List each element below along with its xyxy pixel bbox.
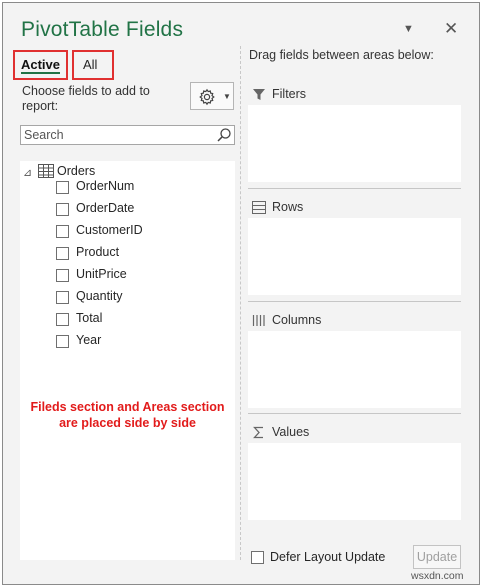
tab-active[interactable]: Active: [13, 50, 68, 80]
field-label: OrderDate: [76, 201, 135, 215]
field-checkbox[interactable]: [56, 313, 69, 326]
field-checkbox[interactable]: [56, 181, 69, 194]
field-checkbox[interactable]: [56, 269, 69, 282]
columns-label: Columns: [272, 313, 322, 327]
annotation-text: Fileds section and Areas section are pla…: [30, 400, 225, 430]
tab-active-label: Active: [20, 57, 61, 72]
columns-drop-area[interactable]: [248, 331, 461, 408]
section-divider[interactable]: [240, 46, 241, 560]
field-checkbox[interactable]: [56, 335, 69, 348]
collapse-icon[interactable]: ⊿: [23, 166, 35, 179]
values-drop-area[interactable]: [248, 443, 461, 520]
sigma-icon: [253, 426, 263, 439]
filters-drop-area[interactable]: [248, 105, 461, 182]
search-icon[interactable]: [216, 127, 232, 143]
tab-all-label: All: [83, 57, 98, 72]
defer-layout-label: Defer Layout Update: [270, 550, 386, 564]
area-separator: [248, 188, 461, 189]
chevron-down-icon: ▼: [223, 92, 231, 101]
field-label: Quantity: [76, 289, 123, 303]
filter-icon: [253, 89, 265, 100]
field-list: ⊿ Orders OrderNum OrderDate CustomerID P…: [20, 161, 235, 560]
filters-label: Filters: [272, 87, 307, 101]
drag-fields-hint: Drag fields between areas below:: [249, 48, 434, 62]
table-name-orders[interactable]: Orders: [57, 164, 95, 178]
defer-layout-checkbox[interactable]: [251, 551, 264, 564]
field-checkbox[interactable]: [56, 225, 69, 238]
search-box[interactable]: [20, 125, 235, 145]
field-label: Total: [76, 311, 103, 325]
tools-button[interactable]: ▼: [190, 82, 234, 110]
field-label: UnitPrice: [76, 267, 127, 281]
columns-icon: [252, 315, 265, 326]
rows-label: Rows: [272, 200, 304, 214]
watermark: wsxdn.com: [411, 570, 464, 582]
rows-drop-area[interactable]: [248, 218, 461, 295]
values-label: Values: [272, 425, 310, 439]
tab-all[interactable]: All: [72, 50, 114, 80]
rows-icon: [252, 201, 266, 214]
field-checkbox[interactable]: [56, 291, 69, 304]
choose-fields-label: Choose fields to add to report:: [22, 84, 150, 113]
field-label: Product: [76, 245, 120, 259]
field-label: CustomerID: [76, 223, 143, 237]
pane-title: PivotTable Fields: [21, 18, 184, 41]
area-separator: [248, 301, 461, 302]
update-button[interactable]: Update: [413, 545, 461, 569]
table-icon: [38, 164, 54, 178]
field-checkbox[interactable]: [56, 247, 69, 260]
field-label: Year: [76, 333, 102, 347]
close-icon[interactable]: ✕: [444, 20, 458, 37]
field-checkbox[interactable]: [56, 203, 69, 216]
search-input[interactable]: [21, 126, 211, 144]
task-pane-options-icon[interactable]: ▼: [403, 24, 414, 35]
tab-active-underline: [21, 72, 60, 74]
field-label: OrderNum: [76, 179, 135, 193]
area-separator: [248, 413, 461, 414]
gear-icon: [199, 88, 215, 106]
